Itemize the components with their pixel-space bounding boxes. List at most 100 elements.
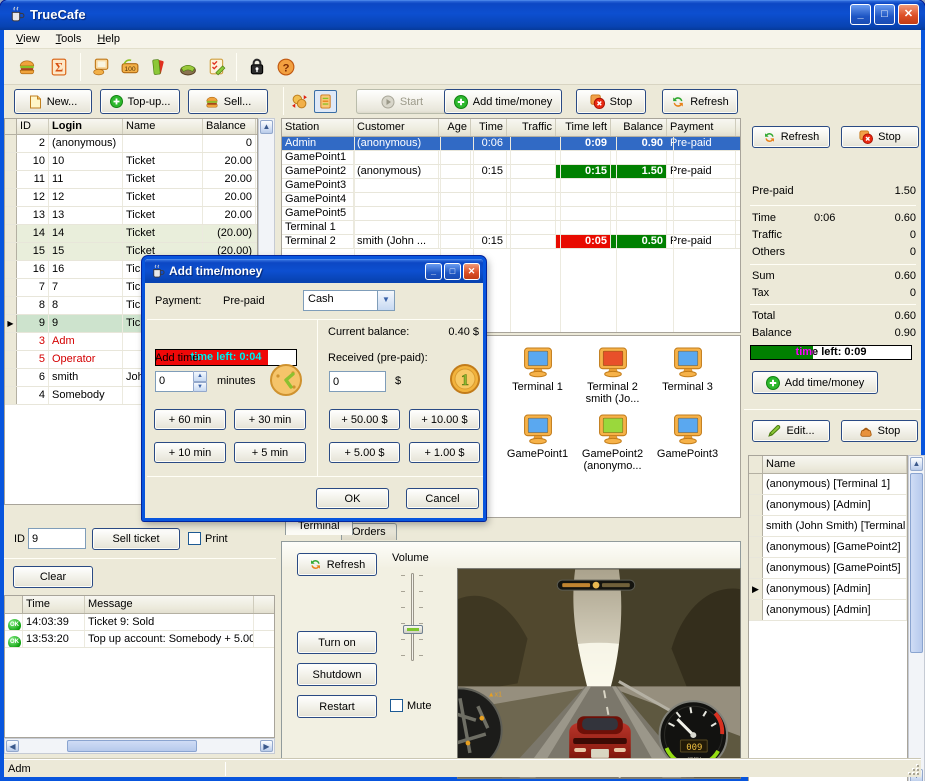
minimize-button[interactable]: _ — [850, 4, 871, 25]
session-stop-button[interactable]: Stop — [841, 126, 919, 148]
scroll-right-arrow[interactable]: ▶ — [260, 740, 273, 752]
add-money-button[interactable]: + 1.00 $ — [409, 442, 480, 463]
col-age[interactable]: Age — [439, 119, 471, 136]
refresh-button[interactable]: Refresh — [662, 89, 738, 114]
sessions-scrollbar[interactable]: ▲ ▼ — [908, 455, 925, 781]
col-traffic[interactable]: Traffic — [507, 119, 556, 136]
print-checkbox[interactable] — [188, 532, 201, 545]
close-button[interactable]: ✕ — [898, 4, 919, 25]
chevron-down-icon[interactable]: ▼ — [377, 291, 394, 310]
session-row[interactable]: (anonymous) [GamePoint2] — [749, 537, 907, 558]
volume-slider-track[interactable] — [411, 573, 414, 661]
col-name[interactable]: Name — [763, 456, 907, 473]
session-row[interactable]: (anonymous) [Admin] — [749, 600, 907, 621]
spin-down-icon[interactable]: ▼ — [193, 382, 207, 393]
session-add-time-button[interactable]: Add time/money — [752, 371, 878, 394]
sell-ticket-button[interactable]: Sell ticket — [92, 528, 180, 550]
add-minutes-button[interactable]: + 60 min — [154, 409, 226, 430]
station-row[interactable]: GamePoint5 — [282, 207, 740, 221]
help-icon[interactable]: ? — [273, 54, 299, 80]
topup-button[interactable]: Top-up... — [100, 89, 180, 114]
add-minutes-button[interactable]: + 10 min — [154, 442, 226, 463]
session-row[interactable]: (anonymous) [Terminal 1] — [749, 474, 907, 495]
stop-session-button[interactable]: Stop — [841, 420, 918, 442]
dialog-title-bar[interactable]: Add time/money _ □ ✕ — [145, 259, 483, 283]
title-bar[interactable]: TrueCafe _ □ ✕ — [0, 0, 925, 30]
col-balance[interactable]: Balance — [611, 119, 667, 136]
col-login[interactable]: Login — [49, 119, 123, 134]
restart-button[interactable]: Restart — [297, 695, 377, 718]
payment-method-select[interactable]: Cash ▼ — [303, 290, 395, 311]
exchange-icon[interactable] — [288, 90, 311, 113]
maximize-button[interactable]: □ — [874, 4, 895, 25]
dialog-close-button[interactable]: ✕ — [463, 263, 480, 280]
edit-session-button[interactable]: Edit... — [752, 420, 830, 442]
add-money-button[interactable]: + 10.00 $ — [409, 409, 480, 430]
station-row[interactable]: Terminal 2 smith (John ... 0:15 0:05 0.5… — [282, 235, 740, 249]
terminal-refresh-button[interactable]: Refresh — [297, 553, 377, 576]
scroll-thumb[interactable] — [910, 473, 923, 653]
received-input[interactable] — [329, 371, 386, 392]
station-row[interactable]: Admin (anonymous) 0:06 0:09 0.90 Pre-pai… — [282, 137, 740, 151]
scroll-up-arrow[interactable]: ▲ — [910, 457, 923, 471]
new-button[interactable]: New... — [14, 89, 92, 114]
add-time-money-button[interactable]: Add time/money — [444, 89, 562, 114]
terminal-icon-item[interactable]: Terminal 1 — [500, 347, 575, 405]
station-row[interactable]: Terminal 1 — [282, 221, 740, 235]
session-row[interactable]: (anonymous) [GamePoint5] — [749, 558, 907, 579]
dialog-minimize-button[interactable]: _ — [425, 263, 442, 280]
col-customer[interactable]: Customer — [354, 119, 439, 136]
ticket-id-input[interactable] — [28, 528, 86, 549]
station-row[interactable]: GamePoint4 — [282, 193, 740, 207]
log-row[interactable]: 14:03:39 Ticket 9: Sold — [5, 614, 274, 631]
col-time-left[interactable]: Time left — [556, 119, 611, 136]
station-row[interactable]: GamePoint1 — [282, 151, 740, 165]
col-station[interactable]: Station — [282, 119, 354, 136]
menu-item[interactable]: Help — [89, 31, 128, 47]
accounts-icon[interactable] — [88, 54, 114, 80]
spin-up-icon[interactable]: ▲ — [193, 371, 207, 382]
scroll-thumb[interactable] — [67, 740, 197, 752]
table-row[interactable]: 14 14 Ticket (20.00) — [5, 225, 257, 243]
ok-button[interactable]: OK — [316, 488, 389, 509]
orders-panel-icon[interactable] — [314, 90, 337, 113]
minutes-input[interactable] — [155, 371, 193, 392]
minutes-stepper[interactable]: ▲▼ — [155, 371, 207, 392]
station-row[interactable]: GamePoint2 (anonymous) 0:15 0:15 1.50 Pr… — [282, 165, 740, 179]
terminal-icon-item[interactable]: GamePoint3 — [650, 414, 725, 472]
add-minutes-button[interactable]: + 30 min — [234, 409, 306, 430]
session-refresh-button[interactable]: Refresh — [752, 126, 830, 148]
report-icon[interactable]: Σ — [46, 54, 72, 80]
add-money-button[interactable]: + 5.00 $ — [329, 442, 400, 463]
scroll-left-arrow[interactable]: ◀ — [6, 740, 19, 752]
col-time[interactable]: Time — [471, 119, 507, 136]
table-row[interactable]: 12 12 Ticket 20.00 — [5, 189, 257, 207]
session-row[interactable]: (anonymous) [Admin] — [749, 495, 907, 516]
table-row[interactable]: 10 10 Ticket 20.00 — [5, 153, 257, 171]
col-id[interactable]: ID — [17, 119, 49, 134]
tickets-icon[interactable] — [146, 54, 172, 80]
col-balance[interactable]: Balance — [203, 119, 256, 134]
session-row[interactable]: smith (John Smith) [Terminal 2] — [749, 516, 907, 537]
col-time[interactable]: Time — [23, 596, 85, 613]
menu-item[interactable]: Tools — [48, 31, 90, 47]
sell-food-icon[interactable] — [14, 54, 40, 80]
scroll-up-arrow[interactable]: ▲ — [260, 120, 273, 134]
volume-slider-thumb[interactable] — [403, 625, 423, 634]
sell-button[interactable]: Sell... — [188, 89, 268, 114]
col-name[interactable]: Name — [123, 119, 203, 134]
resize-grip[interactable] — [907, 763, 919, 775]
turn-on-button[interactable]: Turn on — [297, 631, 377, 654]
table-row[interactable]: 11 11 Ticket 20.00 — [5, 171, 257, 189]
clear-log-button[interactable]: Clear — [13, 566, 93, 588]
terminal-icon-item[interactable]: Terminal 3 — [650, 347, 725, 405]
start-button[interactable]: Start — [356, 89, 448, 114]
station-row[interactable]: GamePoint3 — [282, 179, 740, 193]
shutdown-button[interactable]: Shutdown — [297, 663, 377, 686]
session-row[interactable]: ▶ (anonymous) [Admin] — [749, 579, 907, 600]
mute-checkbox[interactable] — [390, 699, 403, 712]
col-payment[interactable]: Payment — [667, 119, 736, 136]
lock-icon[interactable] — [244, 54, 270, 80]
log-row[interactable]: 13:53:20 Top up account: Somebody + 5.00 — [5, 631, 274, 648]
tariffs-icon[interactable]: 100 — [117, 54, 143, 80]
